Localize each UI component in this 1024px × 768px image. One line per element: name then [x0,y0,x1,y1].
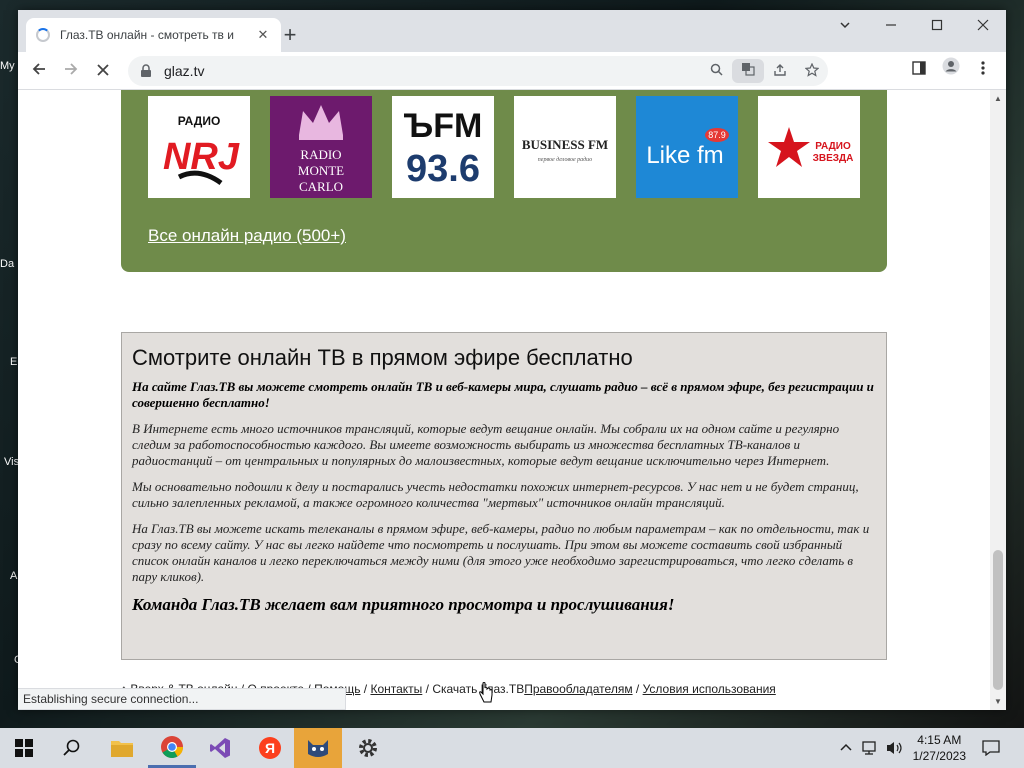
desktop-label-5: A [10,570,18,582]
yandex-browser-icon[interactable]: Я [246,728,294,768]
settings-gear-icon[interactable] [344,728,392,768]
file-explorer-icon[interactable] [98,728,146,768]
desktop-label-2: Da [0,258,15,270]
bookmark-star-icon[interactable] [796,62,828,80]
clock-time: 4:15 AM [917,733,962,747]
address-bar[interactable]: glaz.tv [128,56,828,86]
clock-date: 1/27/2023 [912,749,966,763]
info-paragraph-2: Мы основательно подошли к делу и постара… [132,479,859,510]
svg-text:MONTE: MONTE [298,163,344,178]
all-radio-link[interactable]: Все онлайн радио (500+) [148,226,346,246]
tray-chevron-icon[interactable] [840,740,852,755]
svg-text:первое деловое радио: первое деловое радио [538,156,592,163]
scroll-thumb[interactable] [993,550,1003,690]
svg-text:RADIO: RADIO [300,147,341,162]
status-bar: Establishing secure connection... [18,688,346,710]
tab-title: Глаз.ТВ онлайн - смотреть тв и [60,28,234,42]
footer-terms-link[interactable]: Условия использования [643,682,776,696]
scroll-down-arrow-icon[interactable]: ▼ [994,697,1002,706]
browser-toolbar: glaz.tv [18,52,1006,90]
chrome-icon[interactable] [148,728,196,768]
svg-text:РАДИО: РАДИО [178,114,221,128]
svg-text:CARLO: CARLO [299,179,343,194]
notifications-icon[interactable] [982,740,1000,759]
svg-text:87.9: 87.9 [708,130,726,140]
tab-close-icon[interactable]: ✕ [255,27,271,43]
minimize-button[interactable] [868,10,914,42]
more-menu-icon[interactable] [968,56,998,86]
maximize-button[interactable] [914,10,960,42]
search-icon[interactable] [48,728,96,768]
svg-text:РАДИО: РАДИО [815,141,851,152]
footer-sep: / [422,682,433,696]
close-window-button[interactable] [960,10,1006,42]
visual-studio-icon[interactable] [196,728,244,768]
lock-icon[interactable] [140,64,154,78]
footer-sep: / [360,682,371,696]
radio-nrj-logo[interactable]: РАДИО NRJ [148,96,250,198]
business-fm-logo[interactable]: BUSINESS FM первое деловое радио [514,96,616,198]
radio-monte-carlo-logo[interactable]: RADIO MONTE CARLO [270,96,372,198]
back-button[interactable] [24,56,54,86]
translate-icon[interactable] [732,59,764,83]
info-heading: Смотрите онлайн ТВ в прямом эфире беспла… [132,345,633,370]
footer-rights-link[interactable]: Правообладателям [524,682,632,696]
loading-spinner-icon [36,28,50,42]
radio-zvezda-logo[interactable]: РАДИО ЗВЕЗДА [758,96,860,198]
forward-button[interactable] [56,56,86,86]
svg-text:BUSINESS FM: BUSINESS FM [522,137,608,152]
footer-sep: / [632,682,643,696]
desktop-label-3: E [10,356,18,368]
svg-text:ЗВЕЗДА: ЗВЕЗДА [813,153,854,164]
title-bar: Глаз.ТВ онлайн - смотреть тв и ✕ + [18,10,1006,52]
side-panel-icon[interactable] [904,56,934,86]
browser-window: Глаз.ТВ онлайн - смотреть тв и ✕ + glaz.… [18,10,1006,710]
url-text: glaz.tv [164,63,205,79]
network-icon[interactable] [862,740,880,759]
start-button[interactable] [0,728,48,768]
svg-text:ЪFM: ЪFM [404,107,483,145]
svg-text:93.6: 93.6 [406,148,480,190]
desktop-label-1: My [0,60,15,72]
zoom-search-icon[interactable] [700,63,732,79]
info-box: Смотрите онлайн ТВ в прямом эфире беспла… [121,332,887,660]
info-paragraph-3: На Глаз.ТВ вы можете искать телеканалы в… [132,521,870,584]
page-content: РАДИО NRJ RADIO MONTE CARLO ЪFM 93.6 BUS… [18,90,990,710]
new-tab-button[interactable]: + [276,22,304,50]
desktop-label-4: Vis [4,456,20,468]
taskbar: Я 4:15 AM 1/27/2023 [0,728,1024,768]
svg-text:Я: Я [265,740,275,756]
taskbar-clock[interactable]: 4:15 AM 1/27/2023 [913,732,966,764]
info-lead: На сайте Глаз.ТВ вы можете смотреть онла… [132,379,874,410]
stop-loading-button[interactable] [88,56,118,86]
like-fm-logo[interactable]: 87.9 Like fm [636,96,738,198]
bfm-logo[interactable]: ЪFM 93.6 [392,96,494,198]
browser-tab[interactable]: Глаз.ТВ онлайн - смотреть тв и ✕ [26,18,281,52]
radio-panel: РАДИО NRJ RADIO MONTE CARLO ЪFM 93.6 BUS… [121,90,887,272]
page-scrollbar[interactable]: ▲ ▼ [990,90,1006,710]
svg-text:Like fm: Like fm [646,142,723,169]
info-slogan: Команда Глаз.ТВ желает вам приятного про… [132,595,675,614]
mouse-cursor-icon [479,682,493,703]
share-icon[interactable] [764,63,796,80]
app-cat-icon[interactable] [294,728,342,768]
volume-icon[interactable] [886,740,904,759]
footer-contacts-link[interactable]: Контакты [370,682,422,696]
tab-search-icon[interactable] [822,10,868,42]
scroll-up-arrow-icon[interactable]: ▲ [994,94,1002,103]
info-paragraph-1: В Интернете есть много источников трансл… [132,421,840,468]
profile-avatar-icon[interactable] [936,56,966,86]
